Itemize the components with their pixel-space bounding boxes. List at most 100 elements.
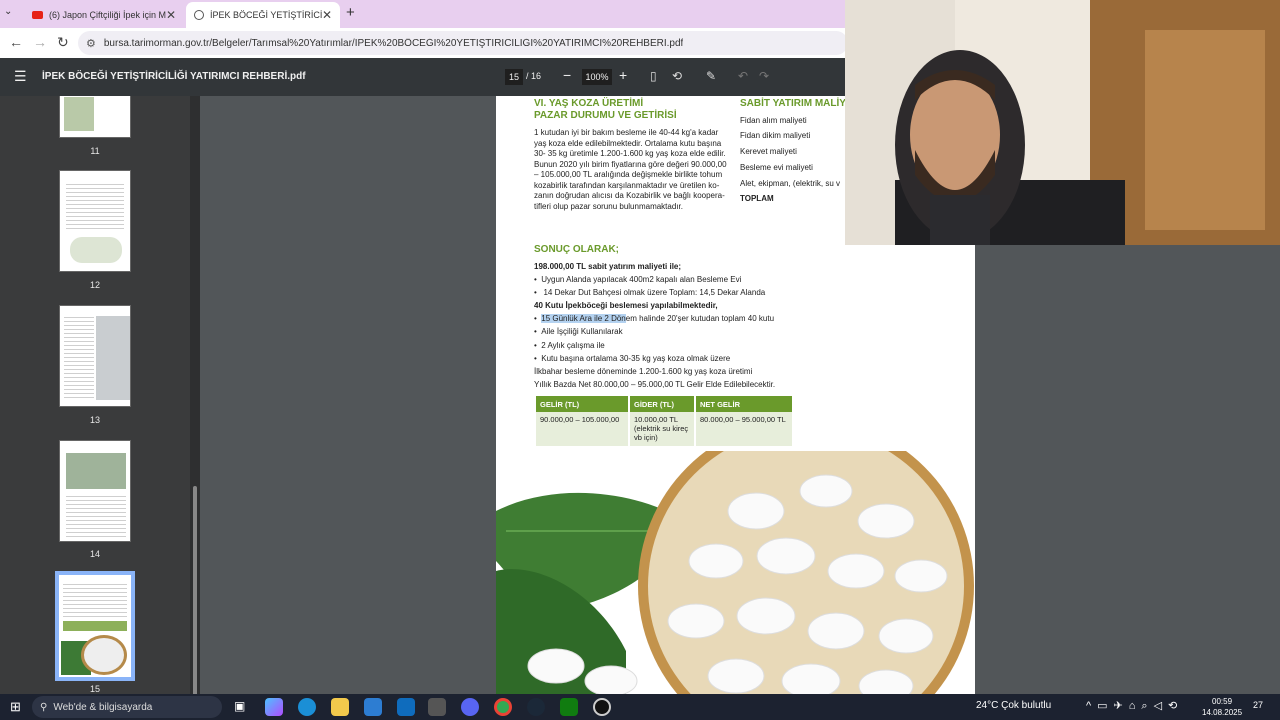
page-total: / 16 (526, 71, 542, 81)
redo-icon[interactable]: ↷ (759, 69, 769, 83)
close-icon[interactable]: ✕ (322, 8, 332, 22)
tab-strip: ⌄ (6) Japon Çiftçiliği İpek için Miy ✕ İ… (0, 0, 845, 28)
discord-icon[interactable] (461, 698, 479, 716)
clock[interactable]: 00:59 14.08.2025 (1202, 696, 1242, 718)
page-number-input[interactable]: 15 (505, 69, 523, 85)
undo-icon[interactable]: ↶ (738, 69, 748, 83)
thumbnail-page-14[interactable] (59, 440, 131, 542)
thumbnail-label: 14 (89, 549, 100, 559)
edge-icon[interactable] (298, 698, 316, 716)
silkworm-cocoon-image (496, 451, 974, 694)
cost-item: Fidan dikim maliyeti (740, 131, 811, 140)
outlook-icon[interactable] (397, 698, 415, 716)
tab-pdf[interactable]: İPEK BÖCEĞİ YETİŞTİRİCİLİĞİ YA ✕ (186, 2, 340, 28)
system-tray-icons[interactable]: ^▭✈⌂⌕◁⟲ (1086, 699, 1183, 713)
heading-pazar: PAZAR DURUMU VE GETİRİSİ (534, 110, 677, 121)
bullet-text: 14 Dekar Dut Bahçesi olmak üzere Toplam:… (543, 288, 766, 297)
zoom-in-button[interactable]: + (619, 67, 627, 83)
menu-icon[interactable]: ☰ (14, 68, 27, 85)
heading-koza: VI. YAŞ KOZA ÜRETİMİ (534, 98, 644, 109)
cost-item: Kerevet maliyeti (740, 147, 797, 156)
file-explorer-icon[interactable] (331, 698, 349, 716)
table-cell: 10.000,00 TL (elektrik su kireç vb için) (630, 412, 694, 446)
bullet-text: 2 Aylık çalışma ile (541, 341, 605, 350)
gelir-table: GELİR (TL) GİDER (TL) NET GELİR 90.000,0… (534, 396, 794, 446)
photos-icon[interactable] (428, 698, 446, 716)
globe-icon (194, 10, 204, 20)
task-view-icon[interactable]: ▣ (234, 699, 245, 713)
bullet-text: Kutu başına ortalama 30-35 kg yaş koza o… (541, 354, 731, 363)
bullet-item: • Kutu başına ortalama 30-35 kg yaş koza… (534, 354, 731, 363)
browser-toolbar: ← → ↻ ⚙ bursa.tarimorman.gov.tr/Belgeler… (0, 28, 848, 58)
address-bar[interactable]: ⚙ bursa.tarimorman.gov.tr/Belgeler/Tarım… (78, 31, 848, 55)
zoom-input[interactable]: 100% (582, 69, 612, 85)
paragraph-line: zanın doğrudan alıcısı da Kozabirlik ve … (534, 191, 725, 200)
heading-sonuc: SONUÇ OLARAK; (534, 244, 619, 255)
paragraph-line: Bunun 2020 yılı birim fiyatlarına göre d… (534, 159, 727, 169)
thumbnail-label: 15 (89, 684, 100, 694)
annotate-icon[interactable]: ✎ (706, 69, 716, 83)
thumbnail-label: 11 (90, 146, 100, 156)
cost-item: Fidan alım maliyeti (740, 116, 807, 125)
bullet-item: • Uygun Alanda yapılacak 400m2 kapalı al… (534, 275, 742, 284)
bullet-item: • 15 Günlük Ara ile 2 Dönem halinde 20'ş… (534, 314, 775, 323)
thumbnail-label: 13 (89, 415, 100, 425)
forward-icon[interactable]: → (33, 34, 47, 50)
time-text: 00:59 (1212, 697, 1233, 706)
paragraph-line: yaş koza elde edilebilmektedir. Ortalama… (534, 138, 722, 148)
tab-search-icon[interactable]: ⌄ (4, 6, 12, 17)
thumbnail-sidebar: 11 12 13 14 15 (0, 96, 200, 694)
tab-title: (6) Japon Çiftçiliği İpek için Miy (49, 10, 166, 20)
bullet-item: • Aile İşçiliği Kullanılarak (534, 327, 623, 336)
notification-count[interactable]: 27 (1253, 700, 1263, 710)
close-icon[interactable]: ✕ (166, 8, 176, 22)
table-header: GELİR (TL) (536, 396, 628, 412)
yillik-line: Yıllık Bazda Net 80.000,00 – 95.000,00 T… (534, 380, 776, 389)
highlighted-text[interactable]: 15 Günlük Ara ile 2 Dön (541, 314, 626, 323)
tab-title: İPEK BÖCEĞİ YETİŞTİRİCİLİĞİ YA (210, 10, 322, 20)
weather-widget[interactable]: 24°C Çok bulutlu (976, 700, 1051, 711)
webcam-overlay (845, 0, 1280, 245)
paragraph-line: tifleri olup pazar sorunu bulunmamaktadı… (534, 201, 683, 211)
paragraph-line: 1 kutudan iyi bir bakım besleme ile 40-4… (534, 128, 719, 137)
sidebar-scrollbar-thumb[interactable] (193, 486, 197, 694)
bullet-item: • 2 Aylık çalışma ile (534, 341, 605, 350)
thumbnail-page-11[interactable] (59, 96, 131, 138)
back-icon[interactable]: ← (9, 34, 23, 50)
cost-total: TOPLAM (740, 194, 774, 203)
paragraph-line: kozabirlik tarafından karşılanmaktadır v… (534, 180, 720, 190)
windows-start-icon[interactable]: ⊞ (10, 699, 21, 715)
bullet-text: em halinde 20'şer kutudan toplam 40 kutu (625, 314, 775, 323)
site-info-icon[interactable]: ⚙ (86, 37, 96, 50)
tab-youtube[interactable]: (6) Japon Çiftçiliği İpek için Miy ✕ (24, 2, 184, 28)
thumbnail-label: 12 (89, 280, 100, 290)
ilkbahar-line: İlkbahar besleme döneminde 1.200-1.600 k… (534, 367, 753, 376)
rotate-icon[interactable]: ⟲ (672, 69, 682, 83)
thumbnail-page-15[interactable] (55, 571, 135, 681)
xbox-icon[interactable] (560, 698, 578, 716)
new-tab-button[interactable]: + (346, 4, 355, 21)
taskbar: ⊞ ⚲ Web'de & bilgisayarda ▣ 24°C Çok bul… (0, 694, 1280, 720)
zoom-out-button[interactable]: − (563, 67, 571, 83)
thumbnail-page-12[interactable] (59, 170, 131, 272)
pdf-toolbar: ☰ İPEK BÖCEĞİ YETİŞTİRİCİLİĞİ YATIRIMCI … (0, 58, 845, 96)
table-cell: 90.000,00 – 105.000,00 (536, 412, 628, 446)
taskbar-search[interactable]: ⚲ Web'de & bilgisayarda (32, 696, 222, 718)
thumbnail-page-13[interactable] (59, 305, 131, 407)
paragraph-line: – 105.000,00 TL aralığında değişmekle bi… (534, 170, 723, 179)
reload-icon[interactable]: ↻ (57, 34, 69, 51)
cost-item: Alet, ekipman, (elektrik, su v (740, 179, 841, 188)
url-text: bursa.tarimorman.gov.tr/Belgeler/Tarımsa… (103, 37, 684, 49)
fit-page-icon[interactable]: ▯ (650, 69, 657, 83)
heading-sabit-yatirim: SABİT YATIRIM MALİYE (740, 98, 853, 109)
store-icon[interactable] (364, 698, 382, 716)
bullet-item: • 14 Dekar Dut Bahçesi olmak üzere Topla… (534, 288, 766, 297)
app-icon[interactable] (593, 698, 611, 716)
bullet-text: Uygun Alanda yapılacak 400m2 kapalı alan… (541, 275, 742, 284)
copilot-icon[interactable] (265, 698, 283, 716)
table-cell: 80.000,00 – 95.000,00 TL (696, 412, 792, 446)
youtube-icon (32, 11, 43, 19)
chrome-icon[interactable] (494, 698, 512, 716)
bullet-text: Aile İşçiliği Kullanılarak (541, 327, 623, 336)
steam-icon[interactable] (527, 698, 545, 716)
